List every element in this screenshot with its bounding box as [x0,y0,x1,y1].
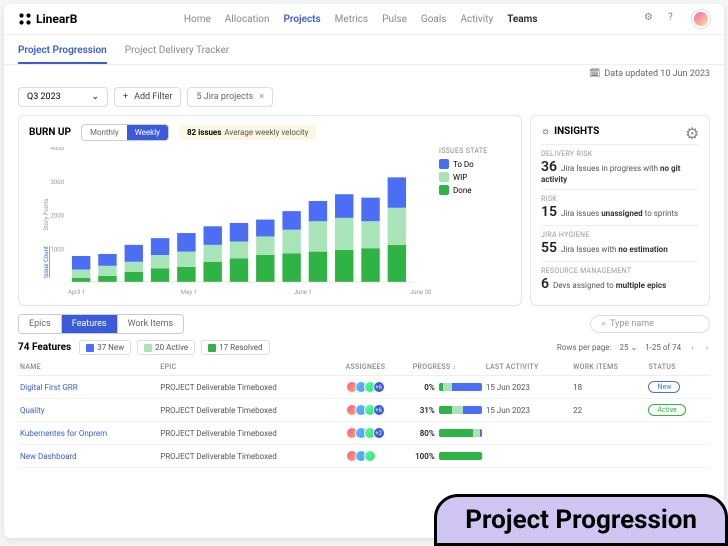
legend-done[interactable]: Done [439,185,511,195]
add-filter-button[interactable]: +Add Filter [114,87,181,107]
svg-text:1000: 1000 [51,246,65,253]
legend-wip[interactable]: WIP [439,172,511,182]
col-epic[interactable]: EPIC [158,359,343,376]
type-tab-work items[interactable]: Work Items [118,315,184,333]
filter-chip-jira[interactable]: 5 Jira projects× [187,87,273,107]
svg-text:4000: 4000 [51,147,65,152]
subtab-0[interactable]: Project Progression [18,41,107,64]
chevron-down-icon: ⌄ [91,92,99,102]
close-icon[interactable]: × [259,92,264,102]
col-last-activity[interactable]: LAST ACTIVITY [484,359,571,376]
avatar[interactable] [692,10,710,28]
calendar-icon: 🗓 [589,69,600,79]
type-tabs: EpicsFeaturesWork Items [18,314,184,334]
insight-row[interactable]: DELIVERY RISK36 Jira Issues in progress … [541,144,699,189]
toggle-weekly[interactable]: Weekly [127,125,168,140]
chart-legend: ISSUES STATE To Do WIP Done [431,147,511,297]
type-tab-epics[interactable]: Epics [19,315,62,333]
status-filter-new[interactable]: 37 New [79,340,131,355]
nav-home[interactable]: Home [184,14,211,25]
search-icon: ⌕ [601,319,606,329]
burnup-chart: 1000 2000 3000 4000 Story Points Issue Count A… [29,147,431,297]
status-filter-act[interactable]: 20 Active [137,340,195,355]
type-tab-features[interactable]: Features [62,315,118,333]
table-row[interactable]: New DashboardPROJECT Deliverable Timebox… [18,445,710,468]
col-name[interactable]: NAME [18,359,158,376]
period-select[interactable]: Q3 2023⌄ [18,87,108,107]
svg-text:April 1: April 1 [68,289,85,296]
svg-text:Issue Count: Issue Count [43,246,50,278]
data-updated: 🗓 Data updated 10 Jun 2023 [4,65,724,83]
nav-activity[interactable]: Activity [460,14,493,25]
svg-text:2000: 2000 [51,213,65,220]
col-work-items[interactable]: WORK ITEMS [571,359,646,376]
insights-card: ☼INSIGHTS ⚙ DELIVERY RISK36 Jira Issues … [530,115,710,306]
status-filter-res[interactable]: 17 Resolved [201,340,269,355]
rows-per-page-select[interactable]: 25 ⌄ [619,343,637,352]
svg-text:Story Points: Story Points [43,198,50,230]
insight-row[interactable]: RISK15 Jira issues unassigned to sprints [541,189,699,225]
table-row[interactable]: Digital First GRRPROJECT Deliverable Tim… [18,376,710,399]
nav-pulse[interactable]: Pulse [382,14,407,25]
toggle-monthly[interactable]: Monthly [82,125,127,140]
nav-allocation[interactable]: Allocation [225,14,270,25]
table-row[interactable]: QualityPROJECT Deliverable Timeboxed+631… [18,399,710,422]
nav-projects[interactable]: Projects [283,14,320,25]
table-row[interactable]: Kubernentes for OnpremPROJECT Deliverabl… [18,422,710,445]
gear-icon[interactable]: ⚙ [685,124,699,138]
nav-goals[interactable]: Goals [421,14,447,25]
page-title-banner: Project Progression [434,494,728,546]
velocity-pill: 82 issuesAverage weekly velocity [179,125,317,140]
help-icon[interactable]: ? [668,12,682,26]
features-count: 74 Features [18,342,71,353]
logo[interactable]: LinearB [18,12,77,26]
burnup-card: BURN UP MonthlyWeekly 82 issuesAverage w… [18,115,522,306]
col-progress[interactable]: PROGRESS ↓ [411,359,484,376]
next-page-button[interactable]: › [704,343,710,352]
svg-text:3000: 3000 [51,179,65,186]
gear-icon[interactable]: ⚙ [644,12,658,26]
subtab-1[interactable]: Project Delivery Tracker [125,41,229,64]
features-table: NAMEEPICASSIGNEESPROGRESS ↓LAST ACTIVITY… [18,359,710,468]
legend-todo[interactable]: To Do [439,159,511,169]
svg-text:June 30: June 30 [410,289,431,296]
search-input[interactable]: ⌕ Type name [590,315,710,333]
nav-metrics[interactable]: Metrics [335,14,369,25]
period-toggle: MonthlyWeekly [81,124,169,141]
nav-teams[interactable]: Teams [507,14,537,25]
col-status[interactable]: STATUS [646,359,710,376]
lightbulb-icon: ☼ [541,126,550,137]
insight-row[interactable]: JIRA HYGIENE55 Jira Issues with no estim… [541,225,699,261]
main-nav: Home Allocation Projects Metrics Pulse Goals A… [184,14,538,25]
burnup-title: BURN UP [29,127,71,138]
svg-text:May 1: May 1 [181,289,197,296]
topbar: LinearB Home Allocation Projects Metrics Pul… [4,4,724,35]
filter-bar: Q3 2023⌄ +Add Filter 5 Jira projects× [4,83,724,115]
pager: Rows per page: 25 ⌄ 1-25 of 74 ‹ › [557,343,710,352]
insight-row[interactable]: RESOURCE MANAGEMENT6 Devs assigned to mu… [541,261,699,297]
prev-page-button[interactable]: ‹ [689,343,695,352]
svg-text:June 1: June 1 [294,289,312,296]
sub-tabs: Project Progression Project Delivery Trac… [4,35,724,65]
col-assignees[interactable]: ASSIGNEES [344,359,411,376]
